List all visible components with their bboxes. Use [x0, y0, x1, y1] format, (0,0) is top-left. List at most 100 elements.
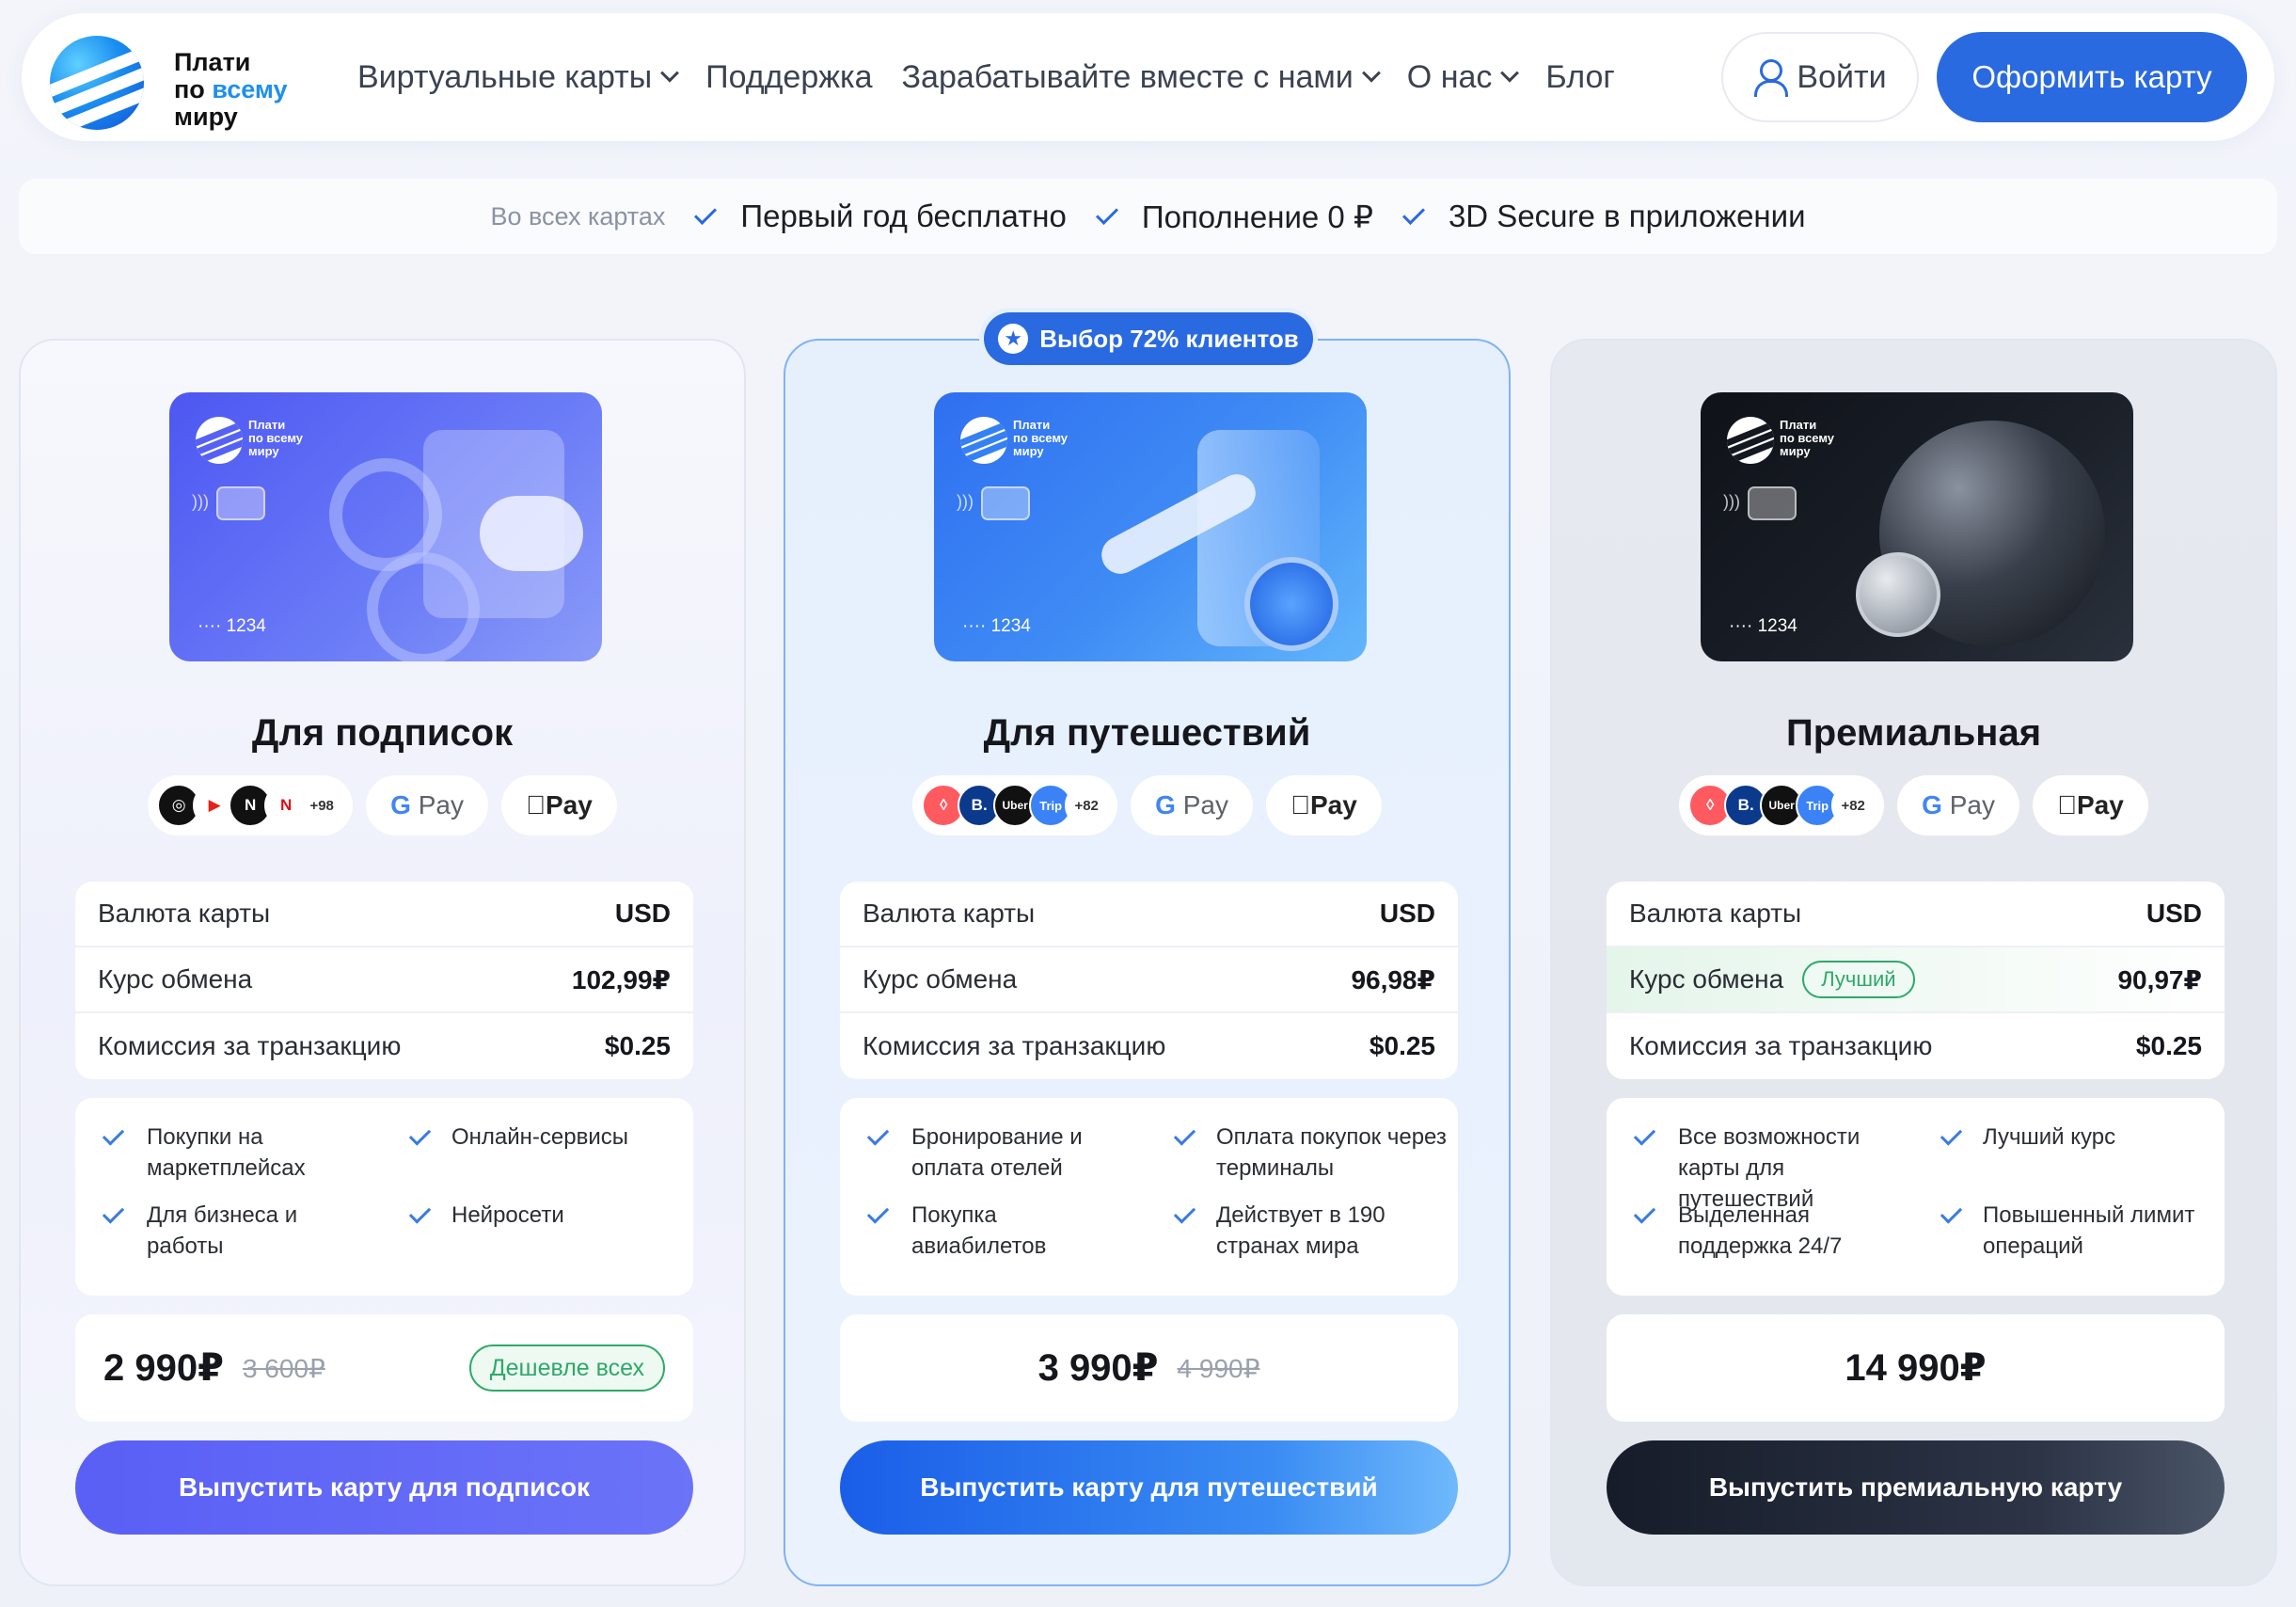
plan-title: Для путешествий	[983, 712, 1311, 754]
info-row-fee: Комиссия за транзакцию $0.25	[98, 1031, 671, 1060]
plan-info-table: Валюта карты USD Курс обмена 102,99₽ Комис…	[75, 882, 693, 1079]
feature-item: Бронирование и оплата отелей	[840, 1122, 1122, 1184]
card-image: Плати по всему миру ))) ···· 1234	[169, 392, 602, 661]
feature-item: Онлайн-сервисы	[386, 1122, 687, 1153]
google-pay-icon: G Pay	[366, 775, 488, 835]
price-current: 14 990₽	[1845, 1347, 1987, 1389]
nav-support[interactable]: Поддержка	[705, 59, 872, 96]
coin-icon	[1856, 552, 1940, 637]
nav-blog[interactable]: Блог	[1545, 59, 1614, 96]
card-image: Плати по всему миру ))) ···· 1234	[934, 392, 1367, 661]
apple-pay-icon:  Pay	[1265, 775, 1382, 835]
strip-item: Первый год бесплатно	[740, 199, 1067, 233]
card-brand: Плати по всему миру	[1780, 418, 1835, 458]
chip-icon	[216, 486, 265, 520]
issue-subscriptions-card-button[interactable]: Выпустить карту для подписок	[75, 1440, 693, 1535]
plan-card-travel: Плати по всему миру ))) ···· 1234 Для путе…	[784, 339, 1511, 1586]
card-number: ···· 1234	[962, 616, 1031, 636]
logo-icon	[50, 36, 144, 130]
nav-about[interactable]: О нас	[1407, 59, 1520, 96]
star-icon: ★	[998, 324, 1029, 354]
plan-price: 14 990₽	[1607, 1314, 2225, 1422]
plan-card-subscriptions: Плати по всему миру ))) ···· 1234 Для подп…	[19, 339, 746, 1586]
plan-card-premium: Плати по всему миру ))) ···· 1234 Премиаль…	[1550, 339, 2277, 1586]
google-pay-icon: G Pay	[1131, 775, 1253, 835]
card-brand: Плати по всему миру	[1013, 418, 1069, 458]
logo-text: Плати по всему миру	[174, 48, 288, 131]
plan-price: 3 990₽ 4 990₽	[840, 1314, 1458, 1422]
plan-features: Все возможности карты для путешествий Лу…	[1607, 1098, 2225, 1296]
info-row-fee: Комиссия за транзакцию $0.25	[863, 1031, 1435, 1060]
chevron-down-icon	[660, 63, 680, 83]
features-strip: Во всех картах Первый год бесплатно Попо…	[19, 179, 2277, 254]
login-button[interactable]: Войти	[1721, 32, 1919, 122]
chevron-down-icon	[1361, 63, 1381, 83]
plan-features: Покупки на маркетплейсах Онлайн-сервисы …	[75, 1098, 693, 1296]
nav-virtual-cards[interactable]: Виртуальные карты	[357, 59, 680, 96]
services-pill: ◎ ▶ N N +98	[148, 775, 354, 835]
issue-premium-card-button[interactable]: Выпустить премиальную карту	[1607, 1440, 2225, 1535]
order-card-button[interactable]: Оформить карту	[1937, 32, 2247, 122]
card-number: ···· 1234	[1729, 616, 1797, 636]
apple-pay-icon:  Pay	[2032, 775, 2148, 835]
info-row-currency: Валюта карты USD	[75, 882, 693, 947]
plan-info-table: Валюта карты USD Курс обмена Лучший 90,97₽…	[1607, 882, 2225, 1079]
payment-methods: ◊ B. Uber Trip +82 G Pay  Pay	[1552, 775, 2275, 835]
plan-title: Для подписок	[251, 712, 514, 754]
strip-label: Во всех картах	[490, 201, 666, 231]
apple-pay-icon:  Pay	[500, 775, 617, 835]
plan-info-table: Валюта карты USD Курс обмена 96,98₽ Комисс…	[840, 882, 1458, 1079]
feature-item: Повышенный лимит операций	[1917, 1200, 2218, 1262]
payment-methods: ◊ B. Uber Trip +82 G Pay  Pay	[785, 775, 1509, 835]
user-icon	[1753, 59, 1789, 97]
nfc-icon: )))	[192, 492, 209, 511]
issue-travel-card-button[interactable]: Выпустить карту для путешествий	[840, 1440, 1458, 1535]
price-current: 2 990₽	[103, 1347, 224, 1389]
plan-title: Премиальная	[1785, 712, 2042, 754]
feature-item: Для бизнеса и работы	[75, 1200, 357, 1262]
feature-item: Действует в 190 странах мира	[1150, 1200, 1451, 1262]
price-current: 3 990₽	[1037, 1347, 1159, 1389]
check-icon	[1401, 201, 1425, 226]
plan-price: 2 990₽ 3 600₽ Дешевле всех	[75, 1314, 693, 1422]
info-row-rate: Курс обмена Лучший 90,97₽	[1607, 947, 2225, 1013]
price-old: 3 600₽	[242, 1353, 325, 1383]
cheapest-badge: Дешевле всех	[468, 1344, 665, 1392]
card-image: Плати по всему миру ))) ···· 1234	[1701, 392, 2133, 661]
strip-item: Пополнение 0 ₽	[1141, 199, 1373, 234]
chevron-down-icon	[1500, 63, 1520, 83]
feature-item: Выделенная поддержка 24/7	[1607, 1200, 1889, 1262]
login-label: Войти	[1797, 58, 1887, 95]
popular-badge-label: Выбор 72% клиентов	[1039, 324, 1299, 353]
nfc-icon: )))	[957, 492, 974, 511]
coin-icon	[1244, 557, 1338, 651]
chip-icon	[981, 486, 1030, 520]
info-row-currency: Валюта карты USD	[1607, 882, 2225, 947]
gamepad-icon	[480, 496, 583, 571]
card-logo-icon	[196, 417, 243, 464]
info-row-currency: Валюта карты USD	[840, 882, 1458, 947]
plan-features: Бронирование и оплата отелей Оплата поку…	[840, 1098, 1458, 1296]
feature-item: Покупка авиабилетов	[840, 1200, 1122, 1262]
more-services-count: +98	[300, 784, 344, 827]
check-icon	[694, 201, 718, 226]
feature-item: Лучший курс	[1917, 1122, 2218, 1153]
check-icon	[1095, 201, 1118, 226]
more-services-count: +82	[1065, 784, 1109, 827]
info-row-rate: Курс обмена 102,99₽	[75, 947, 693, 1013]
more-services-count: +82	[1831, 784, 1876, 827]
info-row-rate: Курс обмена 96,98₽	[840, 947, 1458, 1013]
openai-icon	[367, 552, 480, 661]
feature-item: Покупки на маркетплейсах	[75, 1122, 357, 1184]
nav-earn-with-us[interactable]: Зарабатывайте вместе с нами	[902, 59, 1381, 96]
feature-item: Оплата покупок через терминалы	[1150, 1122, 1451, 1184]
card-number: ···· 1234	[198, 616, 266, 636]
feature-item: Нейросети	[386, 1200, 687, 1231]
card-brand: Плати по всему миру	[248, 418, 304, 458]
main-nav: Виртуальные карты Поддержка Зарабатывайт…	[357, 13, 1615, 141]
popular-choice-badge: ★ Выбор 72% клиентов	[984, 312, 1313, 365]
logo[interactable]: Плати по всему миру	[50, 30, 294, 131]
card-logo-icon	[1727, 417, 1774, 464]
info-row-fee: Комиссия за транзакцию $0.25	[1629, 1031, 2202, 1060]
site-header: Плати по всему миру Виртуальные карты По…	[22, 13, 2274, 141]
